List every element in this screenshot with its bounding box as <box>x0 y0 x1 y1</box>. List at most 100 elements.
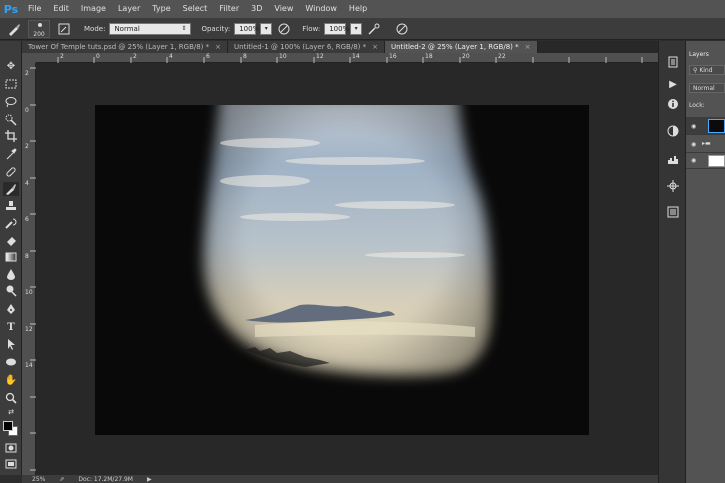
menu-help[interactable]: Help <box>343 0 373 18</box>
opacity-input[interactable]: 100% <box>234 22 260 35</box>
layer-blend-mode[interactable]: Normal <box>689 83 725 93</box>
navigator-panel-icon[interactable] <box>665 179 681 193</box>
menu-window[interactable]: Window <box>299 0 343 18</box>
options-bar: 200 Mode: Normal ⇕ Opacity: 100% ▾ Flow: … <box>0 18 725 40</box>
close-icon[interactable]: × <box>525 43 531 51</box>
document-canvas[interactable] <box>95 105 589 435</box>
opacity-value: 100% <box>239 24 260 33</box>
flow-value: 100% <box>329 24 350 33</box>
photoshop-logo: Ps <box>3 2 19 16</box>
crop-tool-icon[interactable] <box>3 129 19 143</box>
layer-filter-value: Kind <box>699 67 713 74</box>
pen-tool-icon[interactable] <box>3 302 19 316</box>
layer-blend-value: Normal <box>693 85 715 92</box>
path-selection-tool-icon[interactable] <box>3 337 19 351</box>
pressure-size-icon[interactable] <box>394 21 410 37</box>
layer-row[interactable]: ◉ <box>686 117 725 135</box>
doc-size[interactable]: Doc: 17.2M/27.9M <box>78 476 133 483</box>
opacity-dropdown-button[interactable]: ▾ <box>260 22 273 35</box>
brush-tool-icon[interactable] <box>3 182 19 196</box>
menu-select[interactable]: Select <box>177 0 214 18</box>
brush-tool-preset-icon[interactable] <box>4 21 24 37</box>
brush-panel-toggle-icon[interactable] <box>54 21 74 37</box>
ruler-label: 2 <box>25 70 29 77</box>
close-icon[interactable]: × <box>215 43 221 51</box>
styles-panel-icon[interactable] <box>665 205 681 219</box>
hand-tool-icon[interactable]: ✋ <box>3 373 19 387</box>
history-panel-icon[interactable] <box>665 55 681 69</box>
layer-row[interactable]: ◉ <box>686 153 725 169</box>
canvas-area[interactable] <box>36 63 658 475</box>
vertical-ruler[interactable]: 2 0 2 4 6 8 10 12 14 <box>22 63 36 475</box>
tab-untitled-1[interactable]: Untitled-1 @ 100% (Layer 6, RGB/8) * × <box>228 41 385 53</box>
blur-tool-icon[interactable] <box>3 267 19 281</box>
ruler-label: 6 <box>25 216 29 223</box>
layer-group-row[interactable]: ◉ ▸▬ <box>686 137 725 153</box>
eye-icon[interactable]: ◉ <box>691 141 699 148</box>
quick-mask-icon[interactable] <box>3 441 19 455</box>
type-tool-icon[interactable]: T <box>3 320 19 334</box>
tab-tower-of-temple[interactable]: Tower Of Temple tuts.psd @ 25% (Layer 1,… <box>22 41 229 53</box>
quick-selection-tool-icon[interactable] <box>3 113 19 127</box>
info-panel-icon[interactable] <box>665 97 681 111</box>
mode-select[interactable]: Normal ⇕ <box>109 22 192 35</box>
menu-edit[interactable]: Edit <box>47 0 75 18</box>
ruler-label: 4 <box>169 53 173 60</box>
airbrush-icon[interactable] <box>366 21 382 37</box>
tab-untitled-2[interactable]: Untitled-2 @ 25% (Layer 1, RGB/8) * × <box>384 41 538 53</box>
chevron-down-icon: ⇕ <box>181 25 187 32</box>
eye-icon[interactable]: ◉ <box>691 123 699 130</box>
sky-image <box>204 105 490 374</box>
menu-3d[interactable]: 3D <box>245 0 268 18</box>
flow-label: Flow: <box>302 24 321 33</box>
move-tool-icon[interactable]: ✥ <box>3 59 19 73</box>
ruler-label: 0 <box>25 107 29 114</box>
eyedropper-tool-icon[interactable] <box>3 147 19 161</box>
actions-panel-icon[interactable]: ▶ <box>665 77 681 91</box>
gradient-tool-icon[interactable] <box>3 250 19 264</box>
healing-brush-tool-icon[interactable] <box>3 165 19 179</box>
eye-icon[interactable]: ◉ <box>691 157 699 164</box>
menu-filter[interactable]: Filter <box>213 0 245 18</box>
eraser-tool-icon[interactable] <box>3 233 19 247</box>
status-menu-arrow-icon[interactable]: ▶ <box>147 476 152 483</box>
layers-panel: Layers ⚲ Kind Normal Lock: ◉ ◉ ▸▬ ◉ <box>686 41 725 483</box>
ruler-ticks <box>30 67 36 471</box>
flow-dropdown-button[interactable]: ▾ <box>350 22 363 35</box>
menu-layer[interactable]: Layer <box>112 0 146 18</box>
tools-panel: ✥ T ✋ ⇄ <box>0 41 22 475</box>
dodge-tool-icon[interactable] <box>3 284 19 298</box>
lasso-tool-icon[interactable] <box>3 95 19 109</box>
marquee-tool-icon[interactable] <box>3 77 19 91</box>
menu-type[interactable]: Type <box>146 0 176 18</box>
menu-view[interactable]: View <box>268 0 299 18</box>
close-icon[interactable]: × <box>372 43 378 51</box>
flow-input[interactable]: 100% <box>324 22 350 35</box>
ruler-corner[interactable] <box>22 53 36 63</box>
zoom-tool-icon[interactable] <box>3 391 19 405</box>
screen-mode-icon[interactable] <box>3 457 19 471</box>
ruler-label: 20 <box>462 53 470 60</box>
ruler-label: 12 <box>316 53 324 60</box>
status-bar: 25% ⇗ Doc: 17.2M/27.9M ▶ <box>22 475 658 483</box>
ruler-label: 4 <box>25 180 29 187</box>
horizontal-ruler[interactable]: 2 0 2 4 6 8 10 12 14 16 18 20 22 <box>36 53 658 63</box>
history-brush-tool-icon[interactable] <box>3 216 19 230</box>
histogram-panel-icon[interactable] <box>665 152 681 166</box>
adjustments-panel-icon[interactable] <box>665 124 681 138</box>
menu-file[interactable]: File <box>22 0 47 18</box>
export-icon[interactable]: ⇗ <box>59 476 64 483</box>
clone-stamp-tool-icon[interactable] <box>3 199 19 213</box>
ruler-ticks <box>57 57 643 63</box>
layer-filter-kind[interactable]: ⚲ Kind <box>689 65 725 75</box>
swap-colors-icon[interactable]: ⇄ <box>3 405 19 419</box>
foreground-color-swatch[interactable] <box>3 421 13 431</box>
ruler-label: 2 <box>60 53 64 60</box>
pressure-opacity-icon[interactable] <box>276 21 292 37</box>
ruler-label: 22 <box>498 53 506 60</box>
menu-image[interactable]: Image <box>75 0 112 18</box>
brush-size-picker[interactable]: 200 <box>28 19 50 38</box>
zoom-level[interactable]: 25% <box>32 476 45 483</box>
layers-panel-tab[interactable]: Layers <box>686 49 712 60</box>
ellipse-tool-icon[interactable] <box>3 355 19 369</box>
